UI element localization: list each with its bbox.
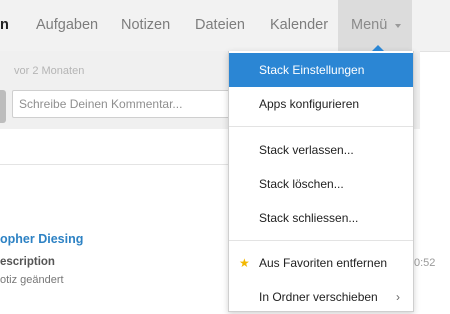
menu-item-stack-verlassen[interactable]: Stack verlassen...: [229, 133, 413, 167]
tab-kalender[interactable]: Kalender: [270, 0, 328, 51]
menu-item-stack-schliessen[interactable]: Stack schliessen...: [229, 201, 413, 235]
menu-item-label: Aus Favoriten entfernen: [259, 256, 388, 270]
menu-item-aus-favoriten-entfernen[interactable]: ★ Aus Favoriten entfernen: [229, 246, 413, 280]
tab-notizen[interactable]: Notizen: [121, 0, 170, 51]
menu-separator: [229, 240, 413, 241]
tab-active-partial[interactable]: n: [0, 0, 9, 51]
comment-timestamp: vor 2 Monaten: [14, 65, 85, 77]
menu-item-label: Stack verlassen...: [259, 143, 354, 157]
menu-item-label: Stack löschen...: [259, 177, 344, 191]
tab-dateien[interactable]: Dateien: [195, 0, 245, 51]
menu-separator: [229, 126, 413, 127]
chevron-right-icon: ›: [396, 290, 400, 304]
tab-menu-label: Menü: [351, 17, 388, 33]
activity-author[interactable]: opher Diesing: [0, 232, 83, 246]
activity-subtitle: otiz geändert: [0, 274, 64, 286]
menu-item-apps-konfigurieren[interactable]: Apps konfigurieren: [229, 87, 413, 121]
avatar: [0, 90, 6, 123]
star-icon: ★: [239, 256, 250, 270]
menu-item-label: Stack Einstellungen: [259, 63, 365, 77]
menu-item-stack-einstellungen[interactable]: Stack Einstellungen: [229, 53, 413, 87]
menu-item-label: Stack schliessen...: [259, 211, 359, 225]
activity-title: escription: [0, 256, 55, 268]
dropdown-arrow: [372, 45, 384, 51]
chevron-down-icon: [395, 24, 401, 28]
dropdown-menu: Stack Einstellungen Apps konfigurieren S…: [228, 45, 414, 314]
divider: [0, 164, 228, 165]
menu-item-stack-loeschen[interactable]: Stack löschen...: [229, 167, 413, 201]
activity-time: 0:52: [414, 257, 436, 269]
menu-item-label: Apps konfigurieren: [259, 97, 360, 111]
tab-menu[interactable]: Menü: [338, 0, 412, 51]
menu-item-in-ordner-verschieben[interactable]: In Ordner verschieben ›: [229, 280, 413, 314]
menu-item-label: In Ordner verschieben: [259, 290, 378, 304]
tab-aufgaben[interactable]: Aufgaben: [36, 0, 98, 51]
